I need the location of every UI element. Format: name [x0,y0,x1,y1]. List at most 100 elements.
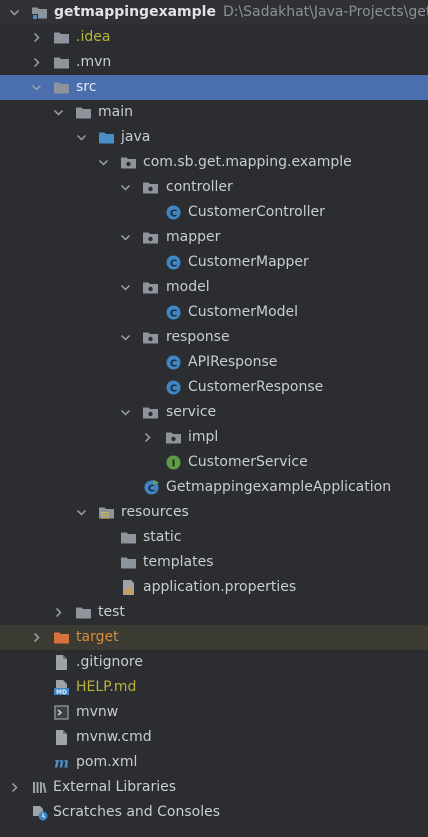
tree-label-help-md: HELP.md [76,679,137,695]
package-icon [120,154,137,171]
tree-label-customer-service: CustomerService [188,454,308,470]
tree-row-mvn[interactable]: .mvn [0,50,428,75]
tree-row-customer-model[interactable]: CustomerModel [0,300,428,325]
tree-row-customer-controller[interactable]: CustomerController [0,200,428,225]
tree-row-controller[interactable]: controller [0,175,428,200]
tree-label-project: getmappingexample D:\Sadakhat\Java-Projec… [54,3,428,22]
folder-icon [120,554,137,571]
tree-label-service: service [166,404,217,420]
tree-row-mapper[interactable]: mapper [0,225,428,250]
file-icon [53,654,70,671]
folder-icon [75,604,92,621]
tree-row-customer-service[interactable]: CustomerService [0,450,428,475]
chevron-right-icon[interactable] [9,782,20,793]
tree-row-scratches[interactable]: Scratches and Consoles [0,800,428,825]
tree-row-mvnw[interactable]: mvnw [0,700,428,725]
tree-label-templates: templates [143,554,214,570]
tree-row-impl[interactable]: impl [0,425,428,450]
tree-label-gitignore: .gitignore [76,654,143,670]
folder-icon [53,29,70,46]
file-icon [53,729,70,746]
chevron-right-icon[interactable] [142,432,153,443]
folder-icon [75,104,92,121]
tree-row-gitignore[interactable]: .gitignore [0,650,428,675]
tree-row-idea[interactable]: .idea [0,25,428,50]
chevron-right-icon[interactable] [31,32,42,43]
tree-label-mvnw: mvnw [76,704,119,720]
tree-row-project-root[interactable]: getmappingexample D:\Sadakhat\Java-Projec… [0,0,428,25]
properties-file-icon [120,579,137,596]
chevron-down-icon[interactable] [9,7,20,18]
class-icon [165,254,182,271]
tree-row-resources[interactable]: resources [0,500,428,525]
tree-label-static: static [143,529,182,545]
class-icon [165,379,182,396]
class-icon [165,354,182,371]
tree-label-response: response [166,329,230,345]
project-tree: getmappingexample D:\Sadakhat\Java-Projec… [0,0,428,837]
tree-row-mvnw-cmd[interactable]: mvnw.cmd [0,725,428,750]
tree-row-java[interactable]: java [0,125,428,150]
package-icon [142,329,159,346]
tree-row-response[interactable]: response [0,325,428,350]
tree-label-java: java [121,129,151,145]
tree-label-customer-controller: CustomerController [188,204,325,220]
tree-row-customer-response[interactable]: CustomerResponse [0,375,428,400]
tree-label-src: src [76,79,97,95]
chevron-down-icon[interactable] [31,82,42,93]
tree-label-main: main [98,104,133,120]
tree-label-api-response: APIResponse [188,354,278,370]
tree-row-templates[interactable]: templates [0,550,428,575]
tree-row-external-libraries[interactable]: External Libraries [0,775,428,800]
tree-label-scratches: Scratches and Consoles [53,804,220,820]
chevron-right-icon[interactable] [31,632,42,643]
terminal-file-icon [53,704,70,721]
class-icon [165,204,182,221]
tree-row-model[interactable]: model [0,275,428,300]
tree-label-idea: .idea [76,29,111,45]
tree-row-src[interactable]: src [0,75,428,100]
resources-folder-icon [98,504,115,521]
tree-row-help-md[interactable]: HELP.md [0,675,428,700]
markdown-file-icon [53,679,70,696]
chevron-right-icon[interactable] [31,57,42,68]
tree-label-mapper: mapper [166,229,221,245]
chevron-right-icon[interactable] [53,607,64,618]
maven-icon [53,754,70,771]
tree-row-main[interactable]: main [0,100,428,125]
package-icon [142,179,159,196]
chevron-down-icon[interactable] [120,332,131,343]
tree-label-test: test [98,604,125,620]
chevron-down-icon[interactable] [120,182,131,193]
chevron-down-icon[interactable] [120,282,131,293]
chevron-down-icon[interactable] [120,232,131,243]
chevron-down-icon[interactable] [53,107,64,118]
project-name: getmappingexample [54,4,216,20]
source-folder-icon [98,129,115,146]
package-icon [142,279,159,296]
chevron-down-icon[interactable] [76,507,87,518]
tree-row-customer-mapper[interactable]: CustomerMapper [0,250,428,275]
tree-row-test[interactable]: test [0,600,428,625]
tree-label-application: GetmappingexampleApplication [166,479,392,495]
tree-row-static[interactable]: static [0,525,428,550]
tree-row-pom-xml[interactable]: pom.xml [0,750,428,775]
tree-label-customer-response: CustomerResponse [188,379,324,395]
tree-row-application-properties[interactable]: application.properties [0,575,428,600]
chevron-down-icon[interactable] [120,407,131,418]
tree-row-package[interactable]: com.sb.get.mapping.example [0,150,428,175]
chevron-down-icon[interactable] [98,157,109,168]
tree-row-api-response[interactable]: APIResponse [0,350,428,375]
project-folder-icon [31,4,48,21]
tree-label-package: com.sb.get.mapping.example [143,154,352,170]
chevron-down-icon[interactable] [76,132,87,143]
tree-label-customer-model: CustomerModel [188,304,299,320]
project-path: D:\Sadakhat\Java-Projects\getmap [222,4,428,20]
tree-label-customer-mapper: CustomerMapper [188,254,309,270]
tree-label-target: target [76,629,119,645]
tree-row-service[interactable]: service [0,400,428,425]
interface-icon [165,454,182,471]
tree-row-application[interactable]: GetmappingexampleApplication [0,475,428,500]
tree-row-target[interactable]: target [0,625,428,650]
tree-label-resources: resources [121,504,189,520]
